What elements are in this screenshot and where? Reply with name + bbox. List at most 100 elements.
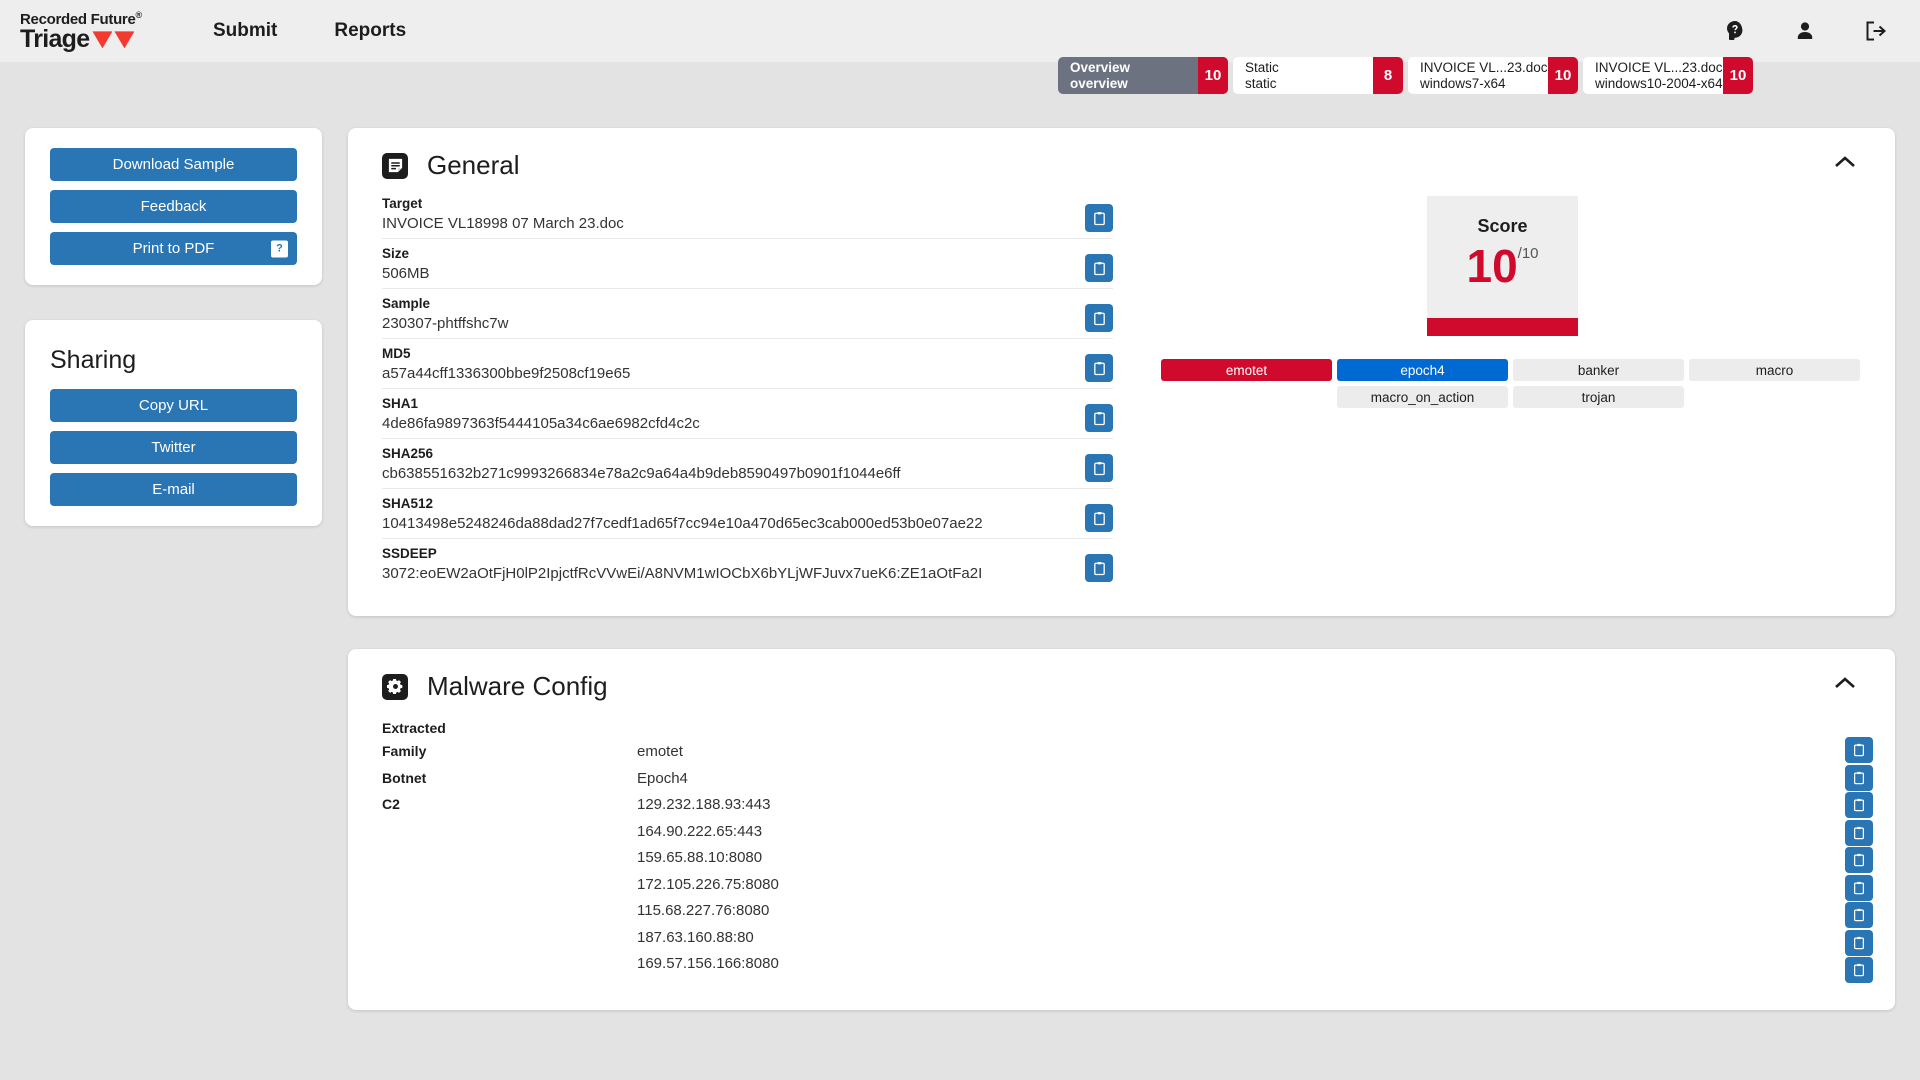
tag-trojan[interactable]: trojan xyxy=(1513,386,1684,408)
tab-overview[interactable]: Overview overview 10 xyxy=(1058,57,1228,94)
tab-static-title: Static xyxy=(1245,59,1279,75)
copy-config-c2-5-button[interactable] xyxy=(1845,902,1873,928)
config-value-family: emotet xyxy=(637,743,683,760)
general-collapse-chevron-up-icon[interactable] xyxy=(1833,154,1857,170)
help-head-icon[interactable] xyxy=(1723,19,1747,43)
actions-card: Download Sample Feedback Print to PDF ? xyxy=(25,128,322,285)
copy-sha512-button[interactable] xyxy=(1085,504,1113,532)
malware-config-title: Malware Config xyxy=(427,671,608,701)
general-panel-title: General xyxy=(427,150,520,180)
copy-sample-button[interactable] xyxy=(1085,304,1113,332)
config-key-c2: C2 xyxy=(382,796,400,812)
config-row-family: Family emotet xyxy=(382,743,1861,770)
field-ssdeep: SSDEEP 3072:eoEW2aOtFjH0lP2IpjctfRcVVwEi… xyxy=(382,538,1113,588)
tab-windows10-subtitle: windows10-2004-x64 xyxy=(1595,75,1723,91)
brand-product: Triage xyxy=(20,24,90,53)
tab-overview-title: Overview xyxy=(1070,59,1131,75)
field-ssdeep-value: 3072:eoEW2aOtFjH0lP2IpjctfRcVVwEi/A8NVM1… xyxy=(382,565,982,582)
field-sha1: SHA1 4de86fa9897363f5444105a34c6ae6982cf… xyxy=(382,388,1113,438)
copy-config-c2-1-button[interactable] xyxy=(1845,792,1873,818)
score-bar xyxy=(1427,318,1578,336)
field-sample: Sample 230307-phtffshc7w xyxy=(382,288,1113,338)
config-row-botnet: Botnet Epoch4 xyxy=(382,770,1861,797)
field-sha512: SHA512 10413498e5248246da88dad27f7cedf1a… xyxy=(382,488,1113,538)
config-key-botnet: Botnet xyxy=(382,769,427,786)
copy-sha256-button[interactable] xyxy=(1085,454,1113,482)
config-value-botnet: Epoch4 xyxy=(637,769,688,787)
config-row-c2-1: C2 129.232.188.93:443 xyxy=(382,796,1861,823)
config-value-c2-7: 169.57.156.166:8080 xyxy=(637,955,779,972)
config-key-family: Family xyxy=(382,743,427,759)
tab-static[interactable]: Static static 8 xyxy=(1233,57,1403,94)
logout-icon[interactable] xyxy=(1863,19,1888,43)
twitter-share-button[interactable]: Twitter xyxy=(50,431,297,464)
copy-size-button[interactable] xyxy=(1085,254,1113,282)
nav-link-submit[interactable]: Submit xyxy=(213,20,277,42)
field-size-value: 506MB xyxy=(382,265,430,282)
copy-target-button[interactable] xyxy=(1085,204,1113,232)
score-denominator: /10 xyxy=(1517,245,1539,262)
copy-ssdeep-button[interactable] xyxy=(1085,554,1113,582)
tab-overview-score: 10 xyxy=(1198,57,1228,94)
feedback-button[interactable]: Feedback xyxy=(50,190,297,223)
print-to-pdf-button[interactable]: Print to PDF ? xyxy=(50,232,297,265)
tab-static-subtitle: static xyxy=(1245,75,1277,91)
copy-config-botnet-button[interactable] xyxy=(1845,764,1873,791)
field-sha1-value: 4de86fa9897363f5444105a34c6ae6982cfd4c2c xyxy=(382,415,700,432)
user-icon[interactable] xyxy=(1793,19,1817,43)
config-value-c2-1: 129.232.188.93:443 xyxy=(637,796,771,813)
tag-macro-on-action[interactable]: macro_on_action xyxy=(1337,386,1508,408)
print-help-badge[interactable]: ? xyxy=(271,240,288,257)
malware-config-panel: Malware Config Extracted Family emotet B… xyxy=(348,649,1895,1010)
malware-config-collapse-chevron-up-icon[interactable] xyxy=(1833,675,1857,691)
tag-emotet[interactable]: emotet xyxy=(1161,359,1332,381)
download-sample-button[interactable]: Download Sample xyxy=(50,148,297,181)
copy-sha1-button[interactable] xyxy=(1085,404,1113,432)
score-label: Score xyxy=(1477,216,1528,236)
field-sha1-label: SHA1 xyxy=(382,396,419,411)
field-sample-value: 230307-phtffshc7w xyxy=(382,315,509,332)
field-sha256-value: cb638551632b271c9993266834e78a2c9a64a4b9… xyxy=(382,465,901,482)
tag-epoch4[interactable]: epoch4 xyxy=(1337,359,1508,381)
print-to-pdf-label: Print to PDF xyxy=(132,240,215,257)
config-value-c2-5: 115.68.227.76:8080 xyxy=(637,902,770,919)
copy-url-button[interactable]: Copy URL xyxy=(50,389,297,422)
malware-config-subtitle: Extracted xyxy=(382,720,446,736)
tag-macro[interactable]: macro xyxy=(1689,359,1860,381)
nav-links: Submit Reports xyxy=(213,20,406,42)
copy-config-c2-7-button[interactable] xyxy=(1845,957,1873,983)
config-row-c2-6: 187.63.160.88:80 xyxy=(382,929,1861,956)
field-target: Target INVOICE VL18998 07 March 23.doc xyxy=(382,194,1113,238)
copy-config-family-button[interactable] xyxy=(1845,737,1873,763)
sharing-card: Sharing Copy URL Twitter E-mail xyxy=(25,320,322,526)
copy-config-c2-3-button[interactable] xyxy=(1845,847,1873,873)
config-value-c2-4: 172.105.226.75:8080 xyxy=(637,875,779,893)
score-area: Score 10 /10 emotet epoch4 banker macro … xyxy=(1161,196,1861,588)
copy-config-c2-4-button[interactable] xyxy=(1845,874,1873,901)
recorded-future-triangle-icon xyxy=(92,31,135,49)
field-sha256-label: SHA256 xyxy=(382,446,434,461)
nav-icon-group xyxy=(1723,19,1888,43)
copy-config-c2-2-button[interactable] xyxy=(1845,819,1873,846)
tab-static-score: 8 xyxy=(1373,57,1403,94)
field-ssdeep-label: SSDEEP xyxy=(382,546,437,561)
config-value-c2-3: 159.65.88.10:8080 xyxy=(637,849,763,866)
tag-list: emotet epoch4 banker macro macro_on_acti… xyxy=(1161,359,1861,408)
main-content: General Target INVOICE VL18998 07 March … xyxy=(348,128,1895,1010)
nav-link-reports[interactable]: Reports xyxy=(334,20,406,42)
copy-config-c2-6-button[interactable] xyxy=(1845,929,1873,956)
tab-overview-subtitle: overview xyxy=(1070,75,1128,91)
brand-logo[interactable]: Recorded Future® Triage xyxy=(20,10,170,53)
field-sha512-label: SHA512 xyxy=(382,496,434,511)
tab-windows7-score: 10 xyxy=(1548,57,1578,94)
tab-windows10-2004-x64[interactable]: INVOICE VL...23.doc windows10-2004-x64 1… xyxy=(1583,57,1753,94)
config-row-c2-2: 164.90.222.65:443 xyxy=(382,823,1861,850)
email-share-button[interactable]: E-mail xyxy=(50,473,297,506)
copy-md5-button[interactable] xyxy=(1085,354,1113,382)
tag-banker[interactable]: banker xyxy=(1513,359,1684,381)
field-size: Size 506MB xyxy=(382,238,1113,288)
field-md5: MD5 a57a44cff1336300bbe9f2508cf19e65 xyxy=(382,338,1113,388)
tab-windows7-x64[interactable]: INVOICE VL...23.doc windows7-x64 10 xyxy=(1408,57,1578,94)
config-value-c2-2: 164.90.222.65:443 xyxy=(637,822,763,840)
top-navbar: Recorded Future® Triage Submit Reports xyxy=(0,0,1920,62)
